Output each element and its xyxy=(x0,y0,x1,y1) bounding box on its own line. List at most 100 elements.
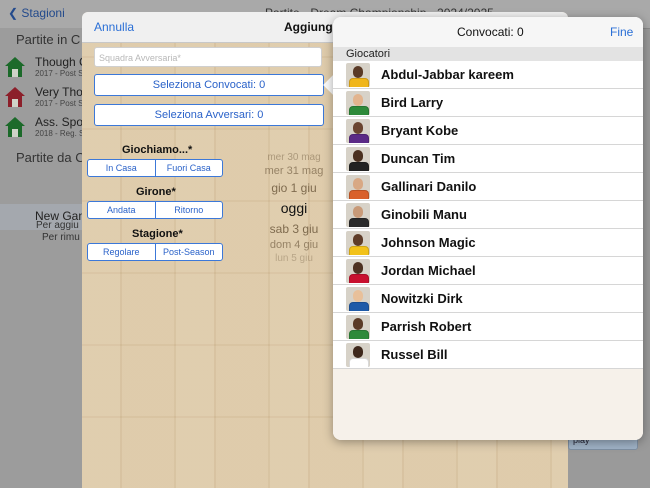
player-photo-jersey xyxy=(349,358,369,367)
home-away-label: Giochiamo...* xyxy=(122,144,193,156)
player-row[interactable]: Parrish Robert xyxy=(333,313,643,341)
player-photo-jersey xyxy=(349,246,369,255)
player-photo-jersey xyxy=(349,330,369,339)
player-name: Abdul-Jabbar kareem xyxy=(381,67,514,82)
date-picker-item[interactable]: mer 30 mag xyxy=(252,152,336,163)
player-row[interactable]: Johnson Magic xyxy=(333,229,643,257)
player-photo-jersey xyxy=(349,218,369,227)
player-photo-jersey xyxy=(349,78,369,87)
select-called-up-button[interactable]: Seleziona Convocati: 0 xyxy=(94,74,324,96)
player-photo-jersey xyxy=(349,302,369,311)
season-label: Stagione* xyxy=(132,228,183,240)
player-photo-head xyxy=(353,262,363,274)
player-name: Parrish Robert xyxy=(381,319,472,334)
segment-ritorno[interactable]: Ritorno xyxy=(154,202,223,218)
player-photo xyxy=(346,315,370,339)
date-picker[interactable]: mer 30 mag mer 31 mag gio 1 giu oggi sab… xyxy=(252,150,336,264)
player-photo-jersey xyxy=(349,274,369,283)
date-picker-item[interactable]: sab 3 giu xyxy=(252,222,336,236)
player-photo-jersey xyxy=(349,162,369,171)
chevron-left-icon: ❮ xyxy=(8,6,19,20)
home-icon xyxy=(5,117,25,137)
player-name: Bird Larry xyxy=(381,95,444,110)
date-picker-item[interactable]: lun 5 giu xyxy=(252,253,336,264)
section-header: Partite da C xyxy=(16,150,85,165)
round-segmented-control: Andata Ritorno xyxy=(87,201,223,219)
popover-title: Convocati: 0 xyxy=(457,25,524,39)
player-row[interactable]: Abdul-Jabbar kareem xyxy=(333,61,643,89)
segment-post-season[interactable]: Post-Season xyxy=(154,244,223,260)
game-title: Very Tho xyxy=(35,85,83,99)
player-photo xyxy=(346,119,370,143)
player-row[interactable]: Jordan Michael xyxy=(333,257,643,285)
player-photo-head xyxy=(353,290,363,302)
popover-empty-area xyxy=(333,369,643,440)
date-picker-selected-item[interactable]: oggi xyxy=(252,200,336,216)
popover-nav-bar: Convocati: 0 Fine xyxy=(333,17,643,48)
player-photo-head xyxy=(353,178,363,190)
player-name: Russel Bill xyxy=(381,347,448,362)
player-photo-head xyxy=(353,122,363,134)
hint-text: Per aggiu xyxy=(36,220,79,231)
players-section-label: Giocatori xyxy=(346,48,391,60)
done-button[interactable]: Fine xyxy=(610,25,633,39)
players-section-header: Giocatori xyxy=(333,47,643,61)
player-name: Gallinari Danilo xyxy=(381,179,477,194)
player-photo xyxy=(346,147,370,171)
segment-in-casa[interactable]: In Casa xyxy=(88,160,155,176)
player-row[interactable]: Duncan Tim xyxy=(333,145,643,173)
player-row[interactable]: Gallinari Danilo xyxy=(333,173,643,201)
opponent-team-field[interactable] xyxy=(94,47,322,67)
segment-regolare[interactable]: Regolare xyxy=(88,244,155,260)
select-opponents-button[interactable]: Seleziona Avversari: 0 xyxy=(94,104,324,126)
game-subtitle: 2017 - Post S xyxy=(35,69,84,78)
cancel-button[interactable]: Annulla xyxy=(94,20,134,34)
game-row[interactable]: Ass. Spor 2018 - Reg. S xyxy=(0,112,87,142)
player-row[interactable]: Bryant Kobe xyxy=(333,117,643,145)
game-title: Though C xyxy=(35,55,88,69)
player-photo xyxy=(346,175,370,199)
players-list: Abdul-Jabbar kareem Bird Larry Bryant Kobe… xyxy=(333,61,643,369)
opponent-team-input[interactable] xyxy=(95,49,321,67)
date-picker-item[interactable]: gio 1 giu xyxy=(252,181,336,195)
back-button[interactable]: ❮ Stagioni xyxy=(8,6,65,20)
player-photo xyxy=(346,259,370,283)
player-photo-head xyxy=(353,94,363,106)
player-photo xyxy=(346,343,370,367)
player-photo xyxy=(346,63,370,87)
game-title: Ass. Spor xyxy=(35,115,88,129)
player-photo xyxy=(346,287,370,311)
home-icon xyxy=(5,57,25,77)
player-photo-jersey xyxy=(349,134,369,143)
player-row[interactable]: Bird Larry xyxy=(333,89,643,117)
back-label: Stagioni xyxy=(21,6,65,20)
player-photo-head xyxy=(353,318,363,330)
player-name: Ginobili Manu xyxy=(381,207,467,222)
game-row[interactable]: Very Tho 2017 - Post S xyxy=(0,82,84,112)
game-row[interactable]: Though C 2017 - Post S xyxy=(0,52,88,82)
player-photo xyxy=(346,231,370,255)
segment-andata[interactable]: Andata xyxy=(88,202,155,218)
player-photo-jersey xyxy=(349,190,369,199)
player-photo-jersey xyxy=(349,106,369,115)
player-row[interactable]: Nowitzki Dirk xyxy=(333,285,643,313)
player-photo-head xyxy=(353,66,363,78)
player-row[interactable]: Ginobili Manu xyxy=(333,201,643,229)
date-picker-item[interactable]: dom 4 giu xyxy=(252,239,336,251)
home-icon xyxy=(5,87,25,107)
game-subtitle: 2018 - Reg. S xyxy=(35,129,85,138)
player-photo-head xyxy=(353,346,363,358)
game-subtitle: 2017 - Post S xyxy=(35,99,84,108)
segment-fuori-casa[interactable]: Fuori Casa xyxy=(154,160,223,176)
section-header: Partite in C xyxy=(16,32,81,47)
player-photo-head xyxy=(353,206,363,218)
games-list: Partite in C Though C 2017 - Post S Very… xyxy=(0,28,88,488)
player-row[interactable]: Russel Bill xyxy=(333,341,643,369)
round-label: Girone* xyxy=(136,186,176,198)
player-photo-head xyxy=(353,234,363,246)
player-name: Jordan Michael xyxy=(381,263,476,278)
player-photo xyxy=(346,91,370,115)
date-picker-item[interactable]: mer 31 mag xyxy=(252,165,336,177)
hint-text: Per rimu xyxy=(42,232,80,243)
player-name: Johnson Magic xyxy=(381,235,476,250)
